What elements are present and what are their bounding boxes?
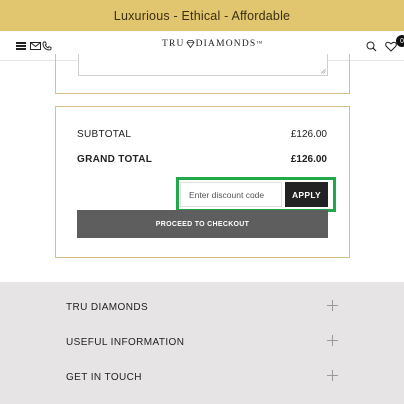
order-summary-box: SUBTOTAL £126.00 GRAND TOTAL £126.00 APP… bbox=[55, 106, 350, 258]
footer: TRU DIAMONDS USEFUL INFORMATION GET IN T… bbox=[0, 282, 404, 404]
mail-icon[interactable] bbox=[30, 42, 41, 50]
order-notes-textarea[interactable] bbox=[78, 54, 328, 76]
apply-discount-button[interactable]: APPLY bbox=[285, 182, 328, 207]
footer-accordion-useful-information[interactable]: USEFUL INFORMATION bbox=[0, 326, 404, 361]
site-logo[interactable]: TRU DIAMONDS ™ bbox=[162, 39, 264, 49]
promo-banner: Luxurious - Ethical - Affordable bbox=[0, 0, 404, 31]
logo-text-left: TRU bbox=[162, 39, 185, 49]
plus-icon[interactable] bbox=[327, 300, 338, 311]
logo-text-right: DIAMONDS bbox=[195, 39, 257, 49]
diamond-logo-icon bbox=[186, 40, 195, 48]
plus-icon[interactable] bbox=[327, 335, 338, 346]
menu-icon[interactable] bbox=[16, 42, 26, 50]
heart-icon[interactable] bbox=[385, 41, 397, 52]
discount-code-input[interactable] bbox=[180, 182, 282, 207]
plus-icon[interactable] bbox=[327, 370, 338, 381]
subtotal-label: SUBTOTAL bbox=[77, 129, 132, 140]
footer-accordion-tru-diamonds[interactable]: TRU DIAMONDS bbox=[0, 291, 404, 326]
logo-trademark: ™ bbox=[256, 41, 264, 47]
footer-accordion-get-in-touch[interactable]: GET IN TOUCH bbox=[0, 361, 404, 396]
footer-item-label: TRU DIAMONDS bbox=[66, 302, 149, 313]
grand-total-label: GRAND TOTAL bbox=[77, 154, 153, 165]
search-icon[interactable] bbox=[366, 41, 377, 52]
grand-total-value: £126.00 bbox=[290, 154, 327, 165]
proceed-to-checkout-button[interactable]: PROCEED TO CHECKOUT bbox=[77, 210, 328, 238]
subtotal-value: £126.00 bbox=[290, 129, 327, 140]
phone-icon[interactable] bbox=[42, 41, 52, 51]
resize-grip-icon[interactable] bbox=[320, 68, 326, 74]
wishlist-count-badge: 0 bbox=[396, 35, 404, 47]
footer-item-label: USEFUL INFORMATION bbox=[66, 337, 185, 348]
footer-item-label: GET IN TOUCH bbox=[66, 372, 142, 383]
promo-text: Luxurious - Ethical - Affordable bbox=[113, 8, 291, 23]
